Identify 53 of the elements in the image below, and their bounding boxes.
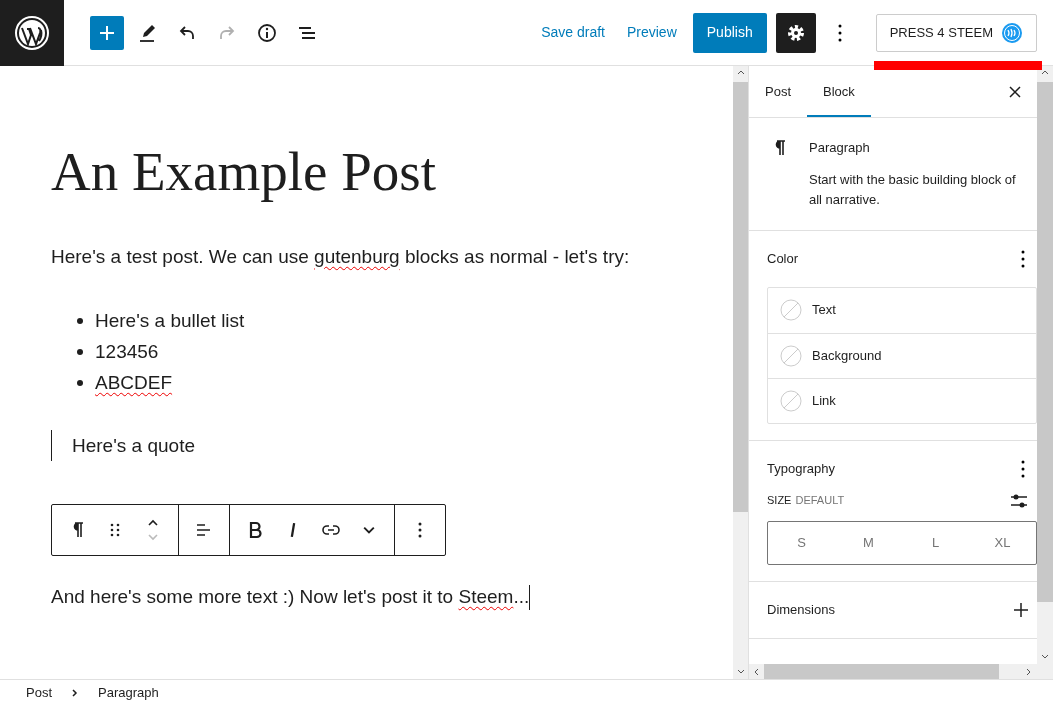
block-description: Start with the basic building block of all narrative.	[809, 170, 1017, 209]
close-icon	[1007, 83, 1023, 100]
no-color-icon	[780, 344, 802, 367]
size-value: DEFAULT	[795, 493, 845, 509]
bullet-icon	[77, 379, 83, 386]
italic-icon	[290, 522, 296, 538]
more-icon	[418, 522, 422, 538]
breadcrumb-item[interactable]: Paragraph	[90, 682, 167, 703]
panel-title: Dimensions	[767, 600, 835, 619]
chevron-right-icon	[70, 687, 80, 698]
publish-button[interactable]: Publish	[692, 12, 767, 53]
paragraph: Here's a test post. We can use gutenburg blocks as normal - let's try:	[51, 244, 631, 269]
wordpress-logo-icon	[14, 14, 50, 51]
breadcrumb-item[interactable]: Post	[18, 682, 60, 703]
color-option[interactable]: Link	[768, 377, 1036, 423]
size-option[interactable]: L	[902, 521, 969, 564]
color-option[interactable]: Background	[768, 332, 1036, 378]
scrollbar[interactable]	[733, 66, 748, 679]
plus-icon[interactable]	[1013, 601, 1029, 618]
scrollbar[interactable]	[1037, 66, 1053, 664]
preview-button[interactable]: Preview	[618, 14, 685, 51]
no-color-icon	[780, 299, 802, 321]
size-option[interactable]: M	[835, 521, 902, 564]
plugin-button[interactable]: PRESS 4 STEEM	[875, 13, 1037, 52]
scrollbar[interactable]	[749, 664, 1053, 679]
site-logo[interactable]	[0, 0, 64, 66]
bullet-icon	[77, 348, 83, 355]
no-color-icon	[780, 389, 802, 412]
steem-logo-icon	[1001, 21, 1023, 44]
settings-button[interactable]	[775, 12, 816, 53]
list-item: Here's a bullet list	[95, 309, 245, 334]
sidebar-tab[interactable]: Block	[807, 66, 871, 117]
panel-title: Color	[767, 249, 799, 268]
more-icon	[1021, 248, 1025, 269]
list-item: ABCDEF	[95, 371, 173, 396]
block-title: Paragraph	[809, 139, 871, 157]
post-title[interactable]: An Example Post	[51, 142, 691, 203]
more-icon	[1021, 458, 1025, 479]
size-option[interactable]: XL	[969, 521, 1036, 564]
quote: Here's a quote	[51, 430, 691, 462]
size-label: SIZE	[767, 493, 792, 509]
paragraph: And here's some more text :) Now let's post it to Steem...	[51, 585, 531, 610]
bullet-icon	[77, 317, 83, 324]
add-block-button[interactable]	[90, 15, 124, 50]
chevron-down-icon	[363, 526, 375, 534]
size-picker[interactable]: S M L XL	[767, 520, 1037, 565]
save-draft-button[interactable]: Save draft	[533, 14, 613, 51]
size-option[interactable]: S	[768, 521, 835, 564]
list-item: 123456	[95, 340, 159, 365]
sidebar-tab[interactable]: Post	[749, 66, 807, 117]
more-icon	[837, 22, 842, 43]
panel-title: Typography	[767, 459, 835, 478]
color-option[interactable]: Text	[768, 287, 1036, 333]
